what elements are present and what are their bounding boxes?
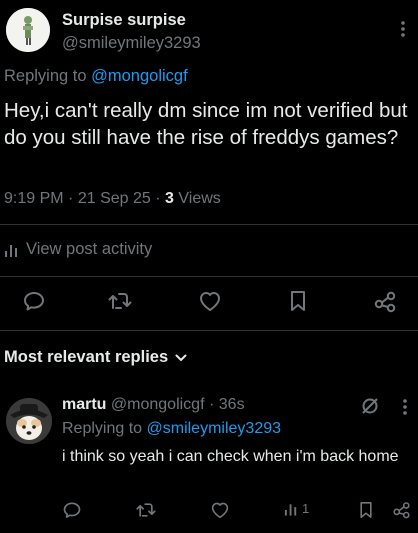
reply-handle[interactable]: @mongolicgf xyxy=(111,396,205,413)
views-label: Views xyxy=(178,190,221,207)
post-text: Hey,i can't really dm since im not verif… xyxy=(4,99,408,149)
replying-to-link[interactable]: @smileymiley3293 xyxy=(147,420,282,437)
reply-author-avatar[interactable] xyxy=(6,398,52,444)
replying-to-prefix: Replying to xyxy=(4,67,92,85)
grok-icon[interactable] xyxy=(360,396,380,416)
reply-share-icon[interactable] xyxy=(392,500,411,519)
author-handle[interactable]: @smileymiley3293 xyxy=(62,34,201,53)
reply-more-icon[interactable] xyxy=(402,398,408,416)
reply-icon[interactable] xyxy=(22,289,46,313)
views-icon xyxy=(284,502,299,516)
reply-display-name[interactable]: martu xyxy=(62,396,106,413)
author-display-name[interactable]: Surpise surpise xyxy=(62,11,186,30)
views-count: 3 xyxy=(165,190,174,207)
meta-dot: · xyxy=(208,396,215,413)
replying-to: Replying to @mongolicgf xyxy=(4,67,188,86)
meta-dot: · xyxy=(155,190,161,207)
post-date[interactable]: 21 Sep 25 xyxy=(78,190,151,207)
views-icon xyxy=(4,243,20,257)
replying-to-prefix: Replying to xyxy=(62,420,147,437)
like-icon[interactable] xyxy=(198,290,222,312)
reply-like-icon[interactable] xyxy=(210,501,230,519)
reply-bookmark-icon[interactable] xyxy=(358,500,374,520)
more-icon[interactable] xyxy=(400,20,406,38)
meta-dot: · xyxy=(68,190,74,207)
bookmark-icon[interactable] xyxy=(288,289,308,313)
replies-sort-dropdown[interactable]: Most relevant replies xyxy=(4,348,187,367)
reply-repost-icon[interactable] xyxy=(135,500,157,520)
reply-header: martu @mongolicgf · 36s xyxy=(62,396,245,414)
replying-to-link[interactable]: @mongolicgf xyxy=(91,67,188,85)
reply-reply-icon[interactable] xyxy=(62,500,82,520)
share-icon[interactable] xyxy=(373,289,397,313)
activity-label: View post activity xyxy=(26,240,153,258)
sort-label: Most relevant replies xyxy=(4,348,169,366)
reply-replying-to: Replying to @smileymiley3293 xyxy=(62,420,281,438)
reply-views-count: 1 xyxy=(302,501,310,516)
post-meta: 9:19 PM · 21 Sep 25 · 3 Views xyxy=(4,190,221,208)
divider xyxy=(0,330,418,331)
divider xyxy=(0,224,418,225)
chevron-down-icon xyxy=(175,354,187,362)
post-time[interactable]: 9:19 PM xyxy=(4,190,64,207)
repost-icon[interactable] xyxy=(107,289,133,313)
reply-views[interactable]: 1 xyxy=(284,501,309,516)
view-post-activity[interactable]: View post activity xyxy=(4,240,152,259)
author-avatar[interactable] xyxy=(6,8,50,52)
divider xyxy=(0,276,418,277)
reply-text: i think so yeah i can check when i'm bac… xyxy=(62,448,399,465)
reply-time[interactable]: 36s xyxy=(219,396,245,413)
